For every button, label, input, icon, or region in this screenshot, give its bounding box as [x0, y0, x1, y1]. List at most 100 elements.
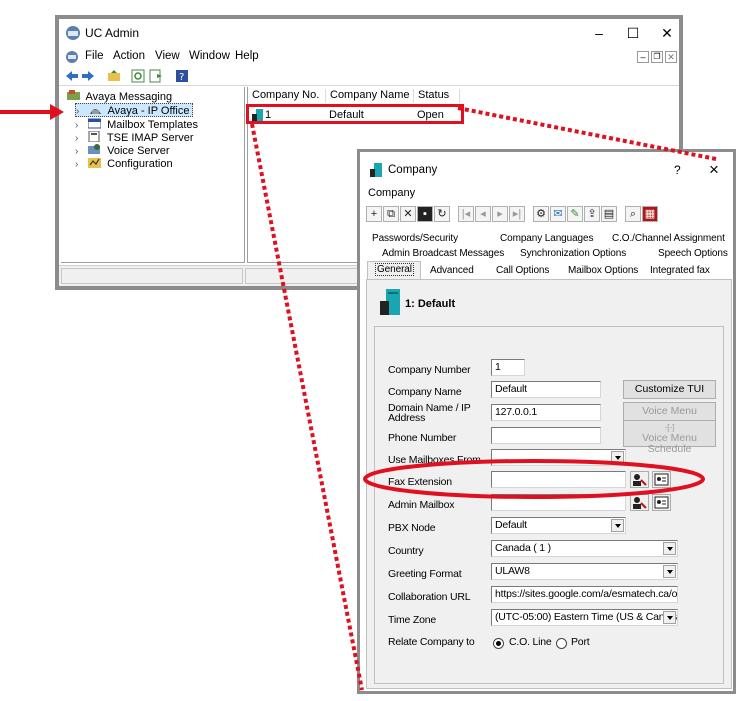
back-arrow-icon[interactable] — [65, 69, 79, 83]
company-large-icon — [380, 289, 400, 315]
forward-arrow-icon[interactable] — [81, 69, 95, 83]
column-header-company-name[interactable]: Company Name — [326, 89, 414, 103]
menu-action[interactable]: Action — [113, 50, 145, 62]
dialog-close-button[interactable]: × — [709, 160, 719, 180]
mdi-minimize-button[interactable]: – — [637, 51, 649, 63]
domain-name-field[interactable]: 127.0.0.1 — [491, 404, 601, 421]
phone-number-field[interactable] — [491, 427, 601, 444]
mailbox-icon[interactable]: ✉ — [550, 206, 566, 222]
tab-admin-broadcast-messages[interactable]: Admin Broadcast Messages — [382, 248, 504, 259]
table-row[interactable]: 1 Default Open — [246, 104, 464, 124]
mdi-restore-button[interactable]: ❐ — [651, 51, 663, 63]
company-name-field[interactable]: Default — [491, 381, 601, 398]
menu-window[interactable]: Window — [189, 50, 230, 62]
radio-co-line[interactable] — [493, 638, 504, 649]
fax-extension-lookup-button[interactable] — [630, 471, 649, 488]
radio-co-line-label[interactable]: C.O. Line — [509, 636, 552, 648]
tree-label: Avaya Messaging — [85, 91, 173, 103]
tab-company-languages[interactable]: Company Languages — [500, 233, 593, 244]
first-record-icon[interactable]: |◂ — [458, 206, 474, 222]
label-time-zone: Time Zone — [388, 614, 436, 626]
refresh-icon[interactable] — [131, 69, 145, 83]
save-icon[interactable]: ▪ — [417, 206, 433, 222]
voice-menu-button[interactable]: Voice Menu — [623, 402, 716, 421]
exit-icon[interactable]: ▦ — [642, 206, 658, 222]
minimize-button[interactable]: – — [585, 22, 613, 44]
tab-general[interactable]: General — [375, 263, 414, 276]
tab-call-options[interactable]: Call Options — [496, 265, 549, 276]
admin-mailbox-field[interactable] — [491, 494, 626, 511]
fax-extension-field[interactable] — [491, 471, 626, 488]
menu-help[interactable]: Help — [235, 50, 259, 62]
admin-mailbox-lookup-button[interactable] — [630, 494, 649, 511]
label-greeting-format: Greeting Format — [388, 568, 462, 580]
menu-file[interactable]: File — [85, 50, 104, 62]
svg-text:?: ? — [179, 72, 184, 83]
chevron-down-icon[interactable] — [611, 519, 624, 532]
tab-mailbox-options[interactable]: Mailbox Options — [568, 265, 638, 276]
next-record-icon[interactable]: ▸ — [492, 206, 508, 222]
chevron-down-icon[interactable] — [663, 542, 676, 555]
export-icon[interactable]: ⇪ — [584, 206, 600, 222]
pbx-node-select[interactable]: Default — [491, 517, 626, 534]
column-header-company-no[interactable]: Company No. — [248, 89, 326, 103]
tab-advanced[interactable]: Advanced — [430, 265, 474, 276]
tree-item-configuration[interactable]: › Configuration — [75, 157, 173, 170]
refresh-icon[interactable]: ↻ — [434, 206, 450, 222]
export-list-icon[interactable] — [149, 69, 163, 83]
last-record-icon[interactable]: ▸| — [509, 206, 525, 222]
find-icon[interactable]: ⌕ — [625, 206, 641, 222]
add-record-icon[interactable]: + — [366, 206, 382, 222]
chevron-right-icon[interactable]: › — [75, 159, 85, 170]
edit-icon[interactable]: ✎ — [567, 206, 583, 222]
tab-integrated-fax[interactable]: Integrated fax — [650, 265, 710, 276]
previous-record-icon[interactable]: ◂ — [475, 206, 491, 222]
company-heading: 1: Default — [405, 298, 456, 310]
copy-record-icon[interactable]: ⧉ — [383, 206, 399, 222]
select-value: Default — [495, 519, 527, 531]
greeting-format-select[interactable]: ULAW8 — [491, 563, 678, 580]
chevron-right-icon[interactable]: › — [75, 146, 85, 157]
company-number-field[interactable]: 1 — [491, 359, 525, 376]
chevron-down-icon[interactable] — [663, 565, 676, 578]
fax-extension-directory-button[interactable] — [652, 471, 671, 488]
use-mailboxes-from-select[interactable] — [491, 449, 626, 466]
customize-tui-button[interactable]: Customize TUI — [623, 380, 716, 399]
up-folder-icon[interactable] — [107, 69, 121, 83]
tree-item-ip-office[interactable]: › Avaya - IP Office — [75, 103, 194, 117]
tree-item-mailbox-templates[interactable]: › Mailbox Templates — [75, 118, 198, 131]
delete-record-icon[interactable]: ✕ — [400, 206, 416, 222]
tab-synchronization-options[interactable]: Synchronization Options — [520, 248, 626, 259]
tree-item-avaya-messaging[interactable]: Avaya Messaging — [67, 90, 172, 103]
chevron-right-icon[interactable]: › — [75, 133, 85, 144]
chevron-down-icon[interactable] — [663, 611, 676, 624]
chevron-down-icon[interactable] — [611, 451, 624, 464]
admin-mailbox-directory-button[interactable] — [652, 494, 671, 511]
voice-menu-schedule-button[interactable]: -[-] Voice Menu Schedule — [623, 420, 716, 455]
tree-item-voice-server[interactable]: › Voice Server — [75, 144, 170, 157]
tab-co-channel-assignment[interactable]: C.O./Channel Assignment — [612, 233, 725, 244]
tab-passwords-security[interactable]: Passwords/Security — [372, 233, 458, 244]
chevron-right-icon[interactable]: › — [76, 106, 86, 117]
user-search-icon — [633, 497, 647, 509]
country-select[interactable]: Canada ( 1 ) — [491, 540, 678, 557]
help-button[interactable]: ? — [674, 163, 681, 177]
report-icon[interactable]: ▤ — [601, 206, 617, 222]
menu-view[interactable]: View — [155, 50, 180, 62]
chevron-right-icon[interactable]: › — [75, 120, 85, 131]
title-bar: UC Admin – ☐ ✕ — [59, 19, 679, 47]
help-icon[interactable]: ? — [175, 69, 189, 83]
radio-port-label[interactable]: Port — [571, 636, 590, 648]
column-header-status[interactable]: Status — [414, 89, 460, 103]
tab-speech-options[interactable]: Speech Options — [658, 248, 728, 259]
properties-icon[interactable]: ⚙ — [533, 206, 549, 222]
collaboration-url-field[interactable]: https://sites.google.com/a/esmatech.ca/o… — [491, 586, 678, 603]
radio-port[interactable] — [556, 638, 567, 649]
tree-item-imap-server[interactable]: › TSE IMAP Server — [75, 131, 194, 144]
dialog-title-bar: Company ? × — [360, 152, 733, 188]
mdi-close-button[interactable]: ✕ — [665, 51, 677, 63]
time-zone-select[interactable]: (UTC-05:00) Eastern Time (US & Canada) — [491, 609, 678, 626]
label-collaboration-url: Collaboration URL — [388, 591, 471, 603]
maximize-button[interactable]: ☐ — [619, 22, 647, 44]
close-button[interactable]: ✕ — [653, 22, 681, 44]
